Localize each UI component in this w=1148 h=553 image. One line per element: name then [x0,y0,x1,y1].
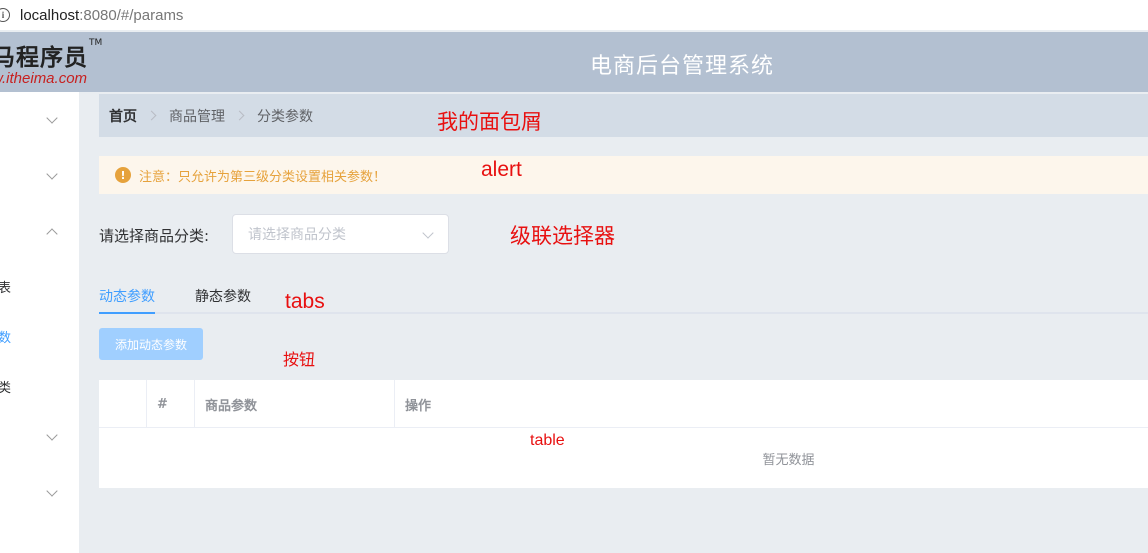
sidebar: 表 数 类 [0,92,79,553]
logo-text: 马程序员 [0,44,88,70]
chevron-down-icon[interactable] [46,429,58,441]
alert-text: 注意：只允许为第三级分类设置相关参数！ [139,169,387,185]
chevron-up-icon[interactable] [46,228,58,240]
active-tab-indicator [99,312,155,314]
cascader-label: 请选择商品分类: [99,227,210,245]
sidebar-item-categories[interactable]: 类 [0,377,11,396]
logo-trademark: TM [89,38,103,48]
chevron-right-icon [146,110,157,121]
breadcrumb: 首页 商品管理 分类参数 [99,94,1148,137]
cascader-placeholder: 请选择商品分类 [248,227,346,243]
annotation-breadcrumb: 我的面包屑 [437,111,542,134]
action-column-header: 操作 [405,398,432,414]
url-host: localhost [20,6,80,24]
chevron-right-icon [234,110,245,121]
tab-static-params[interactable]: 静态参数 [195,286,251,306]
expand-column-header [99,380,147,428]
warning-icon: ! [115,167,131,183]
param-column-header: 商品参数 [195,380,395,428]
chevron-down-icon[interactable] [46,485,58,497]
chevron-down-icon[interactable] [46,112,58,124]
table-header: # 商品参数 操作 [99,380,1148,428]
app-header: 马程序员TM w.itheima.com 电商后台管理系统 [0,32,1148,92]
annotation-tabs: tabs [285,290,325,313]
empty-text: 暂无数据 [762,452,815,468]
index-column-header: # [147,380,195,428]
info-icon[interactable]: i [0,8,10,22]
annotation-table: table [530,432,565,449]
breadcrumb-goods: 商品管理 [169,108,225,125]
url-path: :8080/#/params [79,6,184,24]
page-title: 电商后台管理系统 [590,54,775,79]
param-tabs: 动态参数 静态参数 [99,276,1148,314]
warning-alert: ! 注意：只允许为第三级分类设置相关参数！ [99,156,1148,194]
add-dynamic-param-button[interactable]: 添加动态参数 [99,328,203,360]
annotation-cascader: 级联选择器 [510,225,615,248]
sidebar-item-params[interactable]: 数 [0,327,11,346]
chevron-down-icon [422,227,434,239]
breadcrumb-params: 分类参数 [257,108,313,125]
logo-url: w.itheima.com [0,70,88,87]
annotation-button: 按钮 [283,352,316,369]
breadcrumb-home[interactable]: 首页 [109,106,137,126]
params-table: # 商品参数 操作 暂无数据 [99,380,1148,488]
sidebar-item-list[interactable]: 表 [0,277,11,296]
address-bar[interactable]: i localhost:8080/#/params [0,0,1148,30]
chevron-down-icon[interactable] [46,168,58,180]
tab-dynamic-params[interactable]: 动态参数 [99,286,155,306]
category-cascader[interactable]: 请选择商品分类 [232,214,449,254]
logo: 马程序员TM w.itheima.com [0,38,102,87]
annotation-alert: alert [481,158,522,181]
